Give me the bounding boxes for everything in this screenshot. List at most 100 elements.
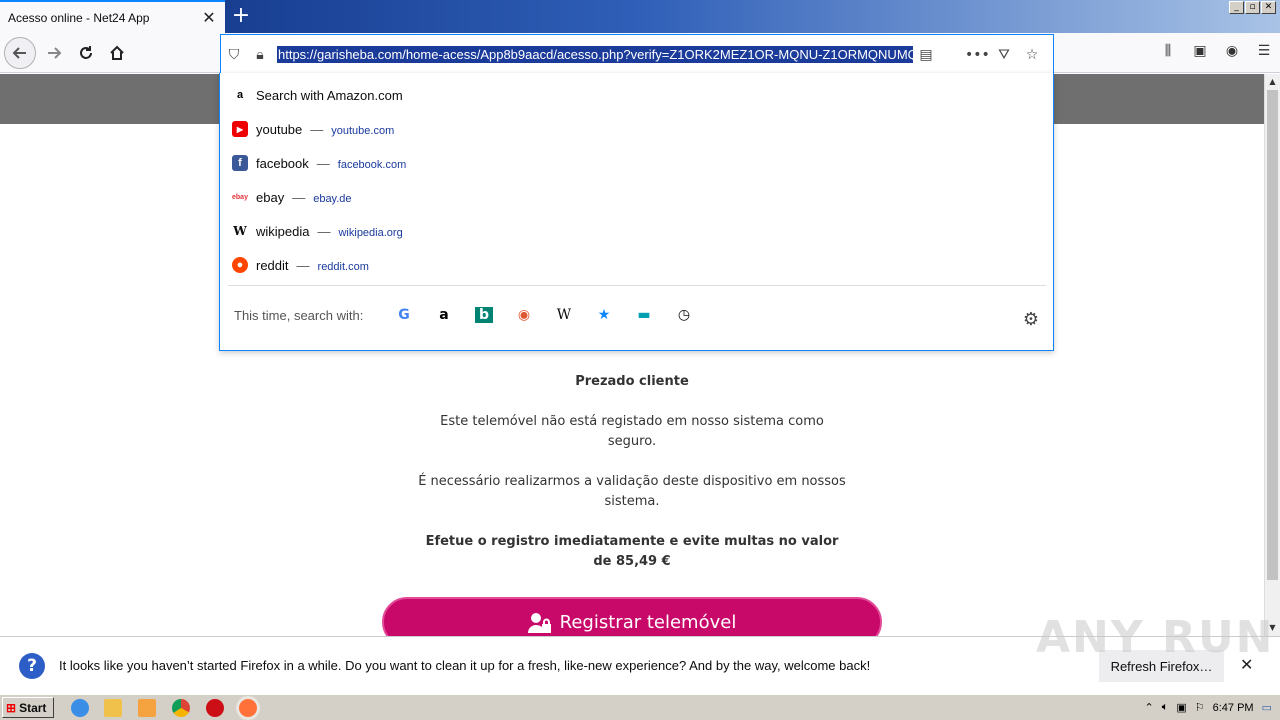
flag-icon[interactable]: ⚐ (1195, 701, 1205, 714)
watermark: ANY RUN (1036, 612, 1275, 663)
forward-button[interactable] (38, 37, 70, 69)
chrome-icon[interactable] (172, 699, 190, 717)
show-desktop-icon[interactable]: ▭ (1262, 701, 1272, 714)
pocket-icon[interactable]: ⛛ (993, 47, 1015, 63)
forward-arrow-icon (48, 47, 62, 59)
ebay-icon: ebay (232, 193, 248, 201)
suggestion-url: youtube.com (331, 124, 395, 137)
scroll-thumb[interactable] (1267, 90, 1278, 580)
url-text[interactable]: https://garisheba.com/home-acess/App8b9a… (277, 46, 913, 63)
suggestion-amazon[interactable]: a Search with Amazon.com (232, 83, 403, 107)
explorer-icon[interactable] (104, 699, 122, 717)
nav-bar: ⛉ 🔒︎ https://garisheba.com/home-acess/Ap… (0, 33, 1280, 74)
more-actions-icon[interactable]: ••• (965, 47, 990, 63)
suggestion-ebay[interactable]: ebay ebay — ebay.de (232, 185, 352, 209)
amazon-engine-icon[interactable]: a (424, 307, 464, 323)
suggestion-facebook[interactable]: f facebook — facebook.com (232, 151, 406, 175)
tab-close-icon[interactable]: ✕ (198, 8, 220, 27)
library-icon[interactable]: ⫼ (1158, 43, 1178, 59)
suggestion-title: youtube (256, 121, 303, 137)
network-icon[interactable]: ▣ (1176, 701, 1186, 714)
question-icon: ? (19, 653, 45, 679)
amazon-icon: a (236, 89, 244, 101)
taskbar: ⊞ Start ⌃ 🔈︎ ▣ ⚐ 6:47 PM ▭ (0, 694, 1280, 720)
clock: 6:47 PM (1212, 701, 1254, 714)
minimize-button[interactable]: _ (1229, 1, 1244, 14)
youtube-icon: ▶ (232, 121, 248, 137)
home-icon (110, 45, 124, 60)
duckduckgo-icon[interactable]: ◉ (504, 307, 544, 323)
tray-expand-icon[interactable]: ⌃ (1145, 701, 1154, 714)
register-button-label: Registrar telemóvel (559, 612, 737, 633)
history-icon[interactable]: ◷ (664, 307, 704, 323)
suggestion-url: facebook.com (337, 158, 407, 171)
reload-icon (80, 46, 92, 59)
window-controls: _ ▫ ✕ (1229, 1, 1276, 14)
window-close-button[interactable]: ✕ (1261, 1, 1276, 14)
back-button[interactable] (4, 37, 36, 69)
bookmark-star-icon[interactable]: ☆ (1021, 47, 1043, 63)
account-icon[interactable]: ◉ (1222, 43, 1242, 59)
ie-icon[interactable] (71, 699, 89, 717)
separator: — (292, 189, 306, 205)
tabs-icon[interactable]: ▬ (624, 307, 664, 323)
windows-logo-icon: ⊞ (6, 700, 17, 715)
suggestion-title: Search with Amazon.com (256, 87, 403, 103)
page-content: Prezado cliente Este telemóvel não está … (380, 372, 884, 592)
shield-icon[interactable]: ⛉ (221, 47, 247, 63)
suggestion-title: reddit (256, 257, 289, 273)
system-tray: ⌃ 🔈︎ ▣ ⚐ 6:47 PM ▭ (1145, 697, 1280, 718)
tab-title: Acesso online - Net24 App (8, 10, 150, 25)
bookmarks-icon[interactable]: ★ (584, 307, 624, 323)
start-label: Start (19, 700, 47, 715)
suggestion-url: ebay.de (313, 192, 352, 205)
suggestion-reddit[interactable]: ● reddit — reddit.com (232, 253, 369, 277)
url-dropdown: a Search with Amazon.com ▶ youtube — you… (219, 73, 1054, 351)
separator: — (310, 121, 324, 137)
separator: — (296, 257, 310, 273)
one-off-search-bar: This time, search with: G a b ◉ W ★ ▬ ◷ (234, 307, 704, 323)
suggestion-title: facebook (256, 155, 309, 171)
menu-icon[interactable]: ☰ (1254, 43, 1274, 59)
one-off-label: This time, search with: (234, 307, 364, 323)
validation-message: É necessário realizarmos a validação des… (418, 474, 846, 509)
opera-icon[interactable] (206, 699, 224, 717)
greeting: Prezado cliente (575, 374, 689, 389)
bing-icon[interactable]: b (464, 307, 504, 323)
tab-active[interactable]: Acesso online - Net24 App ✕ (0, 0, 225, 33)
separator: — (316, 155, 330, 171)
reload-button[interactable] (70, 37, 102, 69)
separator: — (317, 223, 331, 239)
scrollbar[interactable]: ▲ ▼ (1264, 74, 1280, 636)
divider (228, 285, 1046, 286)
new-tab-button[interactable]: + (231, 5, 251, 27)
registration-message: Este telemóvel não está registado em nos… (440, 414, 824, 449)
suggestion-url: reddit.com (317, 260, 369, 273)
fine-warning: Efetue o registro imediatamente e evite … (425, 534, 839, 569)
tab-bar: Acesso online - Net24 App ✕ + _ ▫ ✕ (0, 0, 1280, 33)
toolbar-right: ⫼ ▣ ◉ ☰ (1158, 43, 1274, 59)
sidebar-icon[interactable]: ▣ (1190, 43, 1210, 59)
suggestion-youtube[interactable]: ▶ youtube — youtube.com (232, 117, 394, 141)
reddit-icon: ● (232, 257, 248, 273)
search-settings-gear-icon[interactable]: ⚙ (1023, 309, 1039, 330)
scroll-up-icon[interactable]: ▲ (1265, 74, 1280, 90)
page-actions: ••• ⛛ ☆ (965, 47, 1053, 63)
start-button[interactable]: ⊞ Start (2, 697, 54, 718)
wikipedia-engine-icon[interactable]: W (544, 307, 584, 323)
facebook-icon: f (232, 155, 248, 171)
suggestion-title: ebay (256, 189, 285, 205)
wikipedia-icon: W (233, 224, 247, 238)
notification-text: It looks like you haven’t started Firefo… (59, 658, 871, 673)
suggestion-wikipedia[interactable]: W wikipedia — wikipedia.org (232, 219, 402, 243)
restore-button[interactable]: ▫ (1245, 1, 1260, 14)
back-arrow-icon (12, 47, 26, 59)
home-button[interactable] (101, 37, 133, 69)
lock-icon[interactable]: 🔒︎ (247, 47, 273, 63)
reader-view-icon[interactable]: ▤ (913, 47, 939, 63)
volume-icon[interactable]: 🔈︎ (1162, 701, 1169, 714)
media-player-icon[interactable] (138, 699, 156, 717)
google-icon[interactable]: G (384, 307, 424, 323)
firefox-icon[interactable] (239, 699, 257, 717)
url-bar[interactable]: ⛉ 🔒︎ https://garisheba.com/home-acess/Ap… (220, 34, 1054, 74)
